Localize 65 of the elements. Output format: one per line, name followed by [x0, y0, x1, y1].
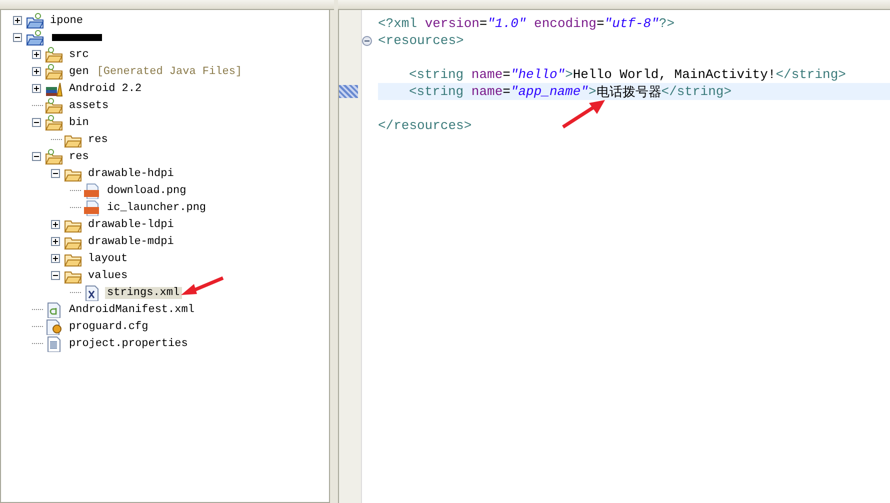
package-folder-icon: [45, 46, 63, 62]
png-file-icon: [83, 182, 101, 198]
manifest-file-icon: [45, 302, 63, 318]
plus-icon: [52, 221, 59, 228]
collapse-toggle[interactable]: [32, 152, 41, 161]
collapse-toggle[interactable]: [51, 271, 60, 280]
png-file-icon: [83, 200, 101, 216]
collapse-toggle[interactable]: [13, 33, 22, 42]
expand-toggle[interactable]: [32, 84, 41, 93]
minus-icon: [33, 153, 40, 160]
collapse-toggle[interactable]: [51, 169, 60, 178]
expand-toggle[interactable]: [51, 254, 60, 263]
tree-item[interactable]: ipone: [48, 14, 86, 26]
project-folder-icon: [26, 30, 44, 46]
plus-icon: [33, 68, 40, 75]
package-folder-icon: [45, 64, 63, 80]
tree-item[interactable]: project.properties: [67, 338, 190, 350]
plus-icon: [33, 85, 40, 92]
fold-toggle[interactable]: [362, 36, 372, 46]
tree-item[interactable]: drawable-hdpi: [86, 168, 176, 180]
expand-toggle[interactable]: [32, 50, 41, 59]
tree-item[interactable]: drawable-mdpi: [86, 236, 176, 248]
code-line: </resources>: [378, 117, 473, 134]
code-line: <resources>: [378, 32, 465, 49]
minus-icon: [52, 272, 59, 279]
expand-toggle[interactable]: [51, 220, 60, 229]
tree-item[interactable]: src: [67, 48, 91, 60]
tree-item[interactable]: ic_launcher.png: [105, 202, 208, 214]
collapse-toggle[interactable]: [32, 118, 41, 127]
code-line: <string name="hello">Hello World, MainActivity!</string>: [408, 66, 847, 83]
books-icon: [45, 80, 63, 96]
tree-item-note: [Generated Java Files]: [96, 66, 242, 78]
xml-file-icon: [83, 284, 101, 300]
expand-toggle[interactable]: [32, 67, 41, 76]
minus-icon: [33, 119, 40, 126]
tree-item[interactable]: Android 2.2: [67, 82, 144, 94]
tree-item[interactable]: layout: [86, 252, 130, 264]
tree-item[interactable]: drawable-ldpi: [86, 218, 176, 230]
expand-toggle[interactable]: [13, 16, 22, 25]
tree-item[interactable]: bin: [67, 116, 91, 128]
tree-item[interactable]: download.png: [105, 184, 188, 196]
plus-icon: [14, 17, 21, 24]
tree-item[interactable]: proguard.cfg: [67, 320, 150, 332]
minus-icon: [52, 170, 59, 177]
tree-item[interactable]: values: [86, 270, 130, 282]
plus-icon: [52, 238, 59, 245]
package-folder-icon: [45, 114, 63, 130]
tree-item[interactable]: res: [67, 150, 91, 162]
plus-icon: [52, 255, 59, 262]
expand-toggle[interactable]: [51, 237, 60, 246]
text-file-icon: [45, 336, 63, 352]
config-file-icon: [45, 318, 63, 334]
annotation-arrow: [180, 276, 224, 298]
plus-icon: [33, 51, 40, 58]
tree-item[interactable]: strings.xml: [105, 286, 182, 298]
code-line: <?xml version="1.0" encoding="utf-8"?>: [378, 15, 676, 32]
minus-icon: [14, 34, 21, 41]
tree-item[interactable]: res: [86, 134, 110, 146]
tree-item[interactable]: assets: [67, 100, 111, 112]
package-folder-icon: [45, 148, 63, 164]
package-folder-icon: [45, 98, 63, 114]
tree-item[interactable]: gen: [67, 66, 91, 78]
annotation-arrow: [561, 99, 607, 129]
tree-item[interactable]: AndroidManifest.xml: [67, 304, 196, 316]
project-folder-icon: [26, 12, 44, 28]
